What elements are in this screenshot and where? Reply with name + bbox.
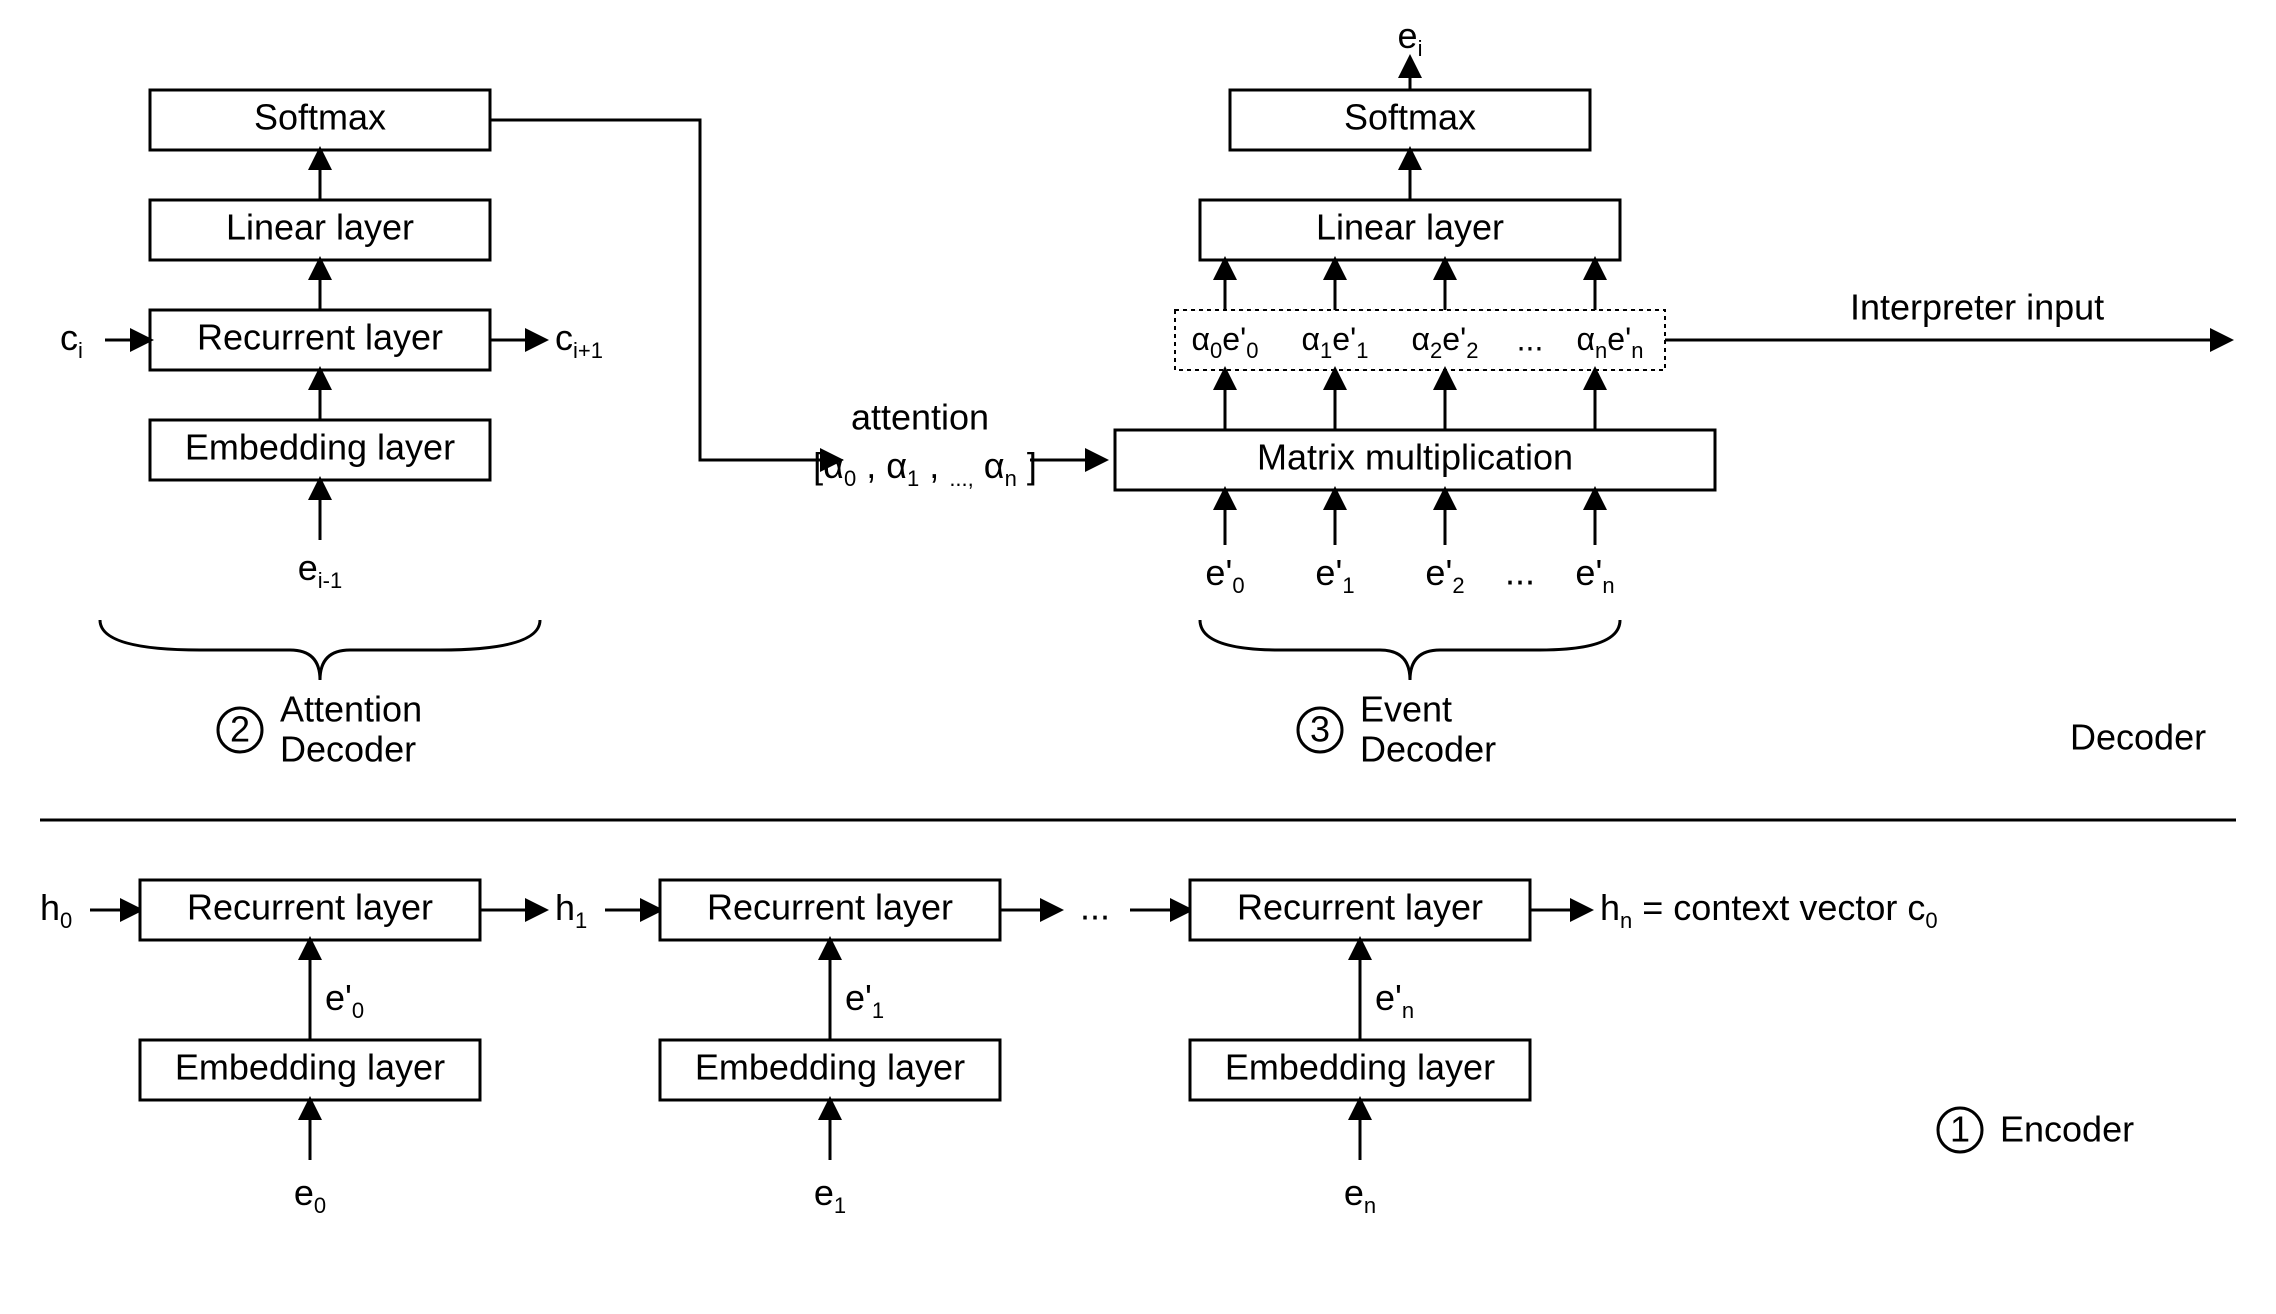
attn-recurrent: Recurrent layer: [197, 317, 443, 358]
ep1: e'1: [1315, 552, 1354, 598]
attention-decoder-label: 2 Attention Decoder: [218, 689, 422, 770]
circled-2-icon: 2: [230, 709, 250, 750]
ae2: α2e'2: [1412, 321, 1479, 362]
attention-vector: [α0 , α1 , ..., αn ]: [813, 445, 1037, 498]
ep1b: e'1: [845, 977, 884, 1023]
enc-dots: ...: [1080, 887, 1110, 928]
ae-dots: ...: [1517, 321, 1544, 357]
c-out: ci+1: [555, 317, 603, 363]
svg-text:Attention: Attention: [280, 689, 422, 730]
attn-softmax: Softmax: [254, 97, 386, 138]
interpreter-input: Interpreter input: [1850, 287, 2104, 328]
attn-linear: Linear layer: [226, 207, 414, 248]
epn: e'n: [1575, 552, 1614, 598]
matmul: Matrix multiplication: [1257, 437, 1573, 478]
enc-emb-0: Embedding layer: [175, 1047, 445, 1088]
event-softmax: Softmax: [1344, 97, 1476, 138]
aen: αne'n: [1577, 321, 1644, 362]
attention-word: attention: [851, 397, 989, 438]
hn-eq: hn = context vector c0: [1600, 887, 1938, 933]
e-out: ei: [1398, 15, 1423, 61]
encoder: h0 Recurrent layer e'0 Embedding layer e…: [40, 880, 1938, 1218]
circled-1-icon: 1: [1950, 1109, 1970, 1150]
ae0: α0e'0: [1192, 321, 1259, 362]
event-decoder: ei Softmax Linear layer α0e'0 α1e'1 α2e'…: [1115, 15, 2230, 598]
ep-dots: ...: [1505, 552, 1535, 593]
en: en: [1344, 1172, 1376, 1218]
h0: h0: [40, 887, 72, 933]
encoder-label: 1 Encoder: [1938, 1108, 2134, 1152]
attention-decoder: Softmax Linear layer Recurrent layer Emb…: [60, 90, 603, 593]
enc-rec-0: Recurrent layer: [187, 887, 433, 928]
e1: e1: [814, 1172, 846, 1218]
event-linear: Linear layer: [1316, 207, 1504, 248]
e-prev: ei-1: [298, 547, 342, 593]
svg-text:Decoder: Decoder: [280, 729, 416, 770]
enc-emb-n: Embedding layer: [1225, 1047, 1495, 1088]
decoder-section: Decoder: [2070, 717, 2206, 758]
enc-emb-1: Embedding layer: [695, 1047, 965, 1088]
ae1: α1e'1: [1302, 321, 1369, 362]
svg-text:Encoder: Encoder: [2000, 1109, 2134, 1150]
h1: h1: [555, 887, 587, 933]
ep2: e'2: [1425, 552, 1464, 598]
e0: e0: [294, 1172, 326, 1218]
event-decoder-label: 3 Event Decoder: [1298, 689, 1496, 770]
epnb: e'n: [1375, 977, 1414, 1023]
c-in: ci: [60, 317, 83, 363]
svg-text:Event: Event: [1360, 689, 1452, 730]
attn-embedding: Embedding layer: [185, 427, 455, 468]
circled-3-icon: 3: [1310, 709, 1330, 750]
svg-text:Decoder: Decoder: [1360, 729, 1496, 770]
ep0: e'0: [1205, 552, 1244, 598]
enc-rec-1: Recurrent layer: [707, 887, 953, 928]
enc-rec-n: Recurrent layer: [1237, 887, 1483, 928]
ep0b: e'0: [325, 977, 364, 1023]
